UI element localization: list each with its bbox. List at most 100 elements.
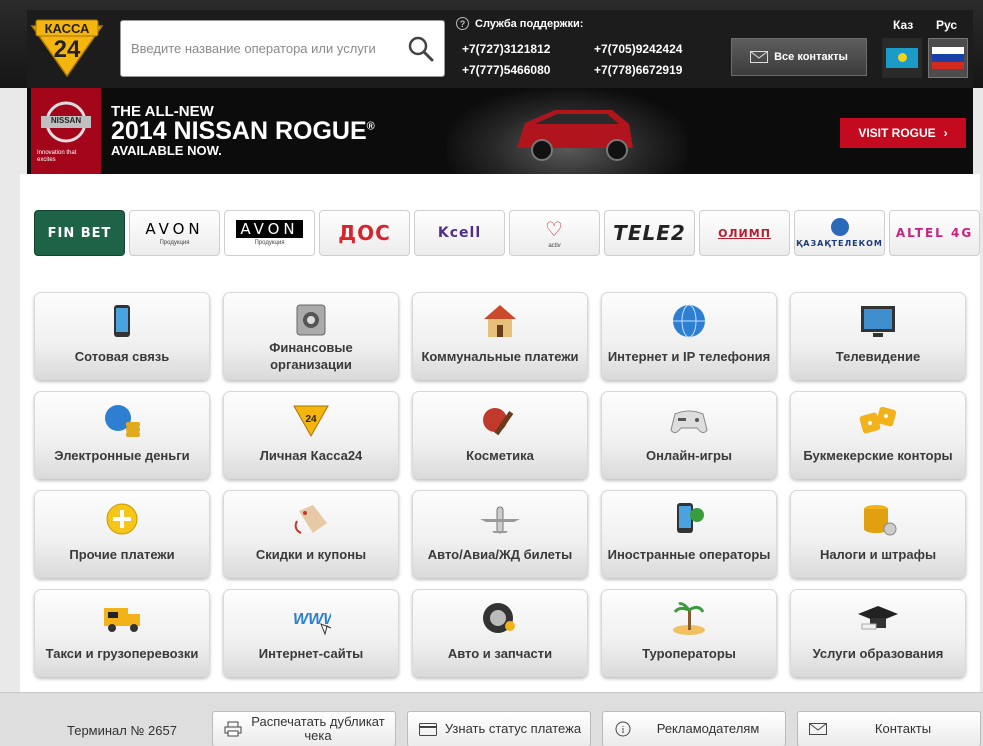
- all-contacts-button[interactable]: Все контакты: [731, 38, 867, 76]
- search-input[interactable]: [131, 21, 411, 76]
- print-duplicate-button[interactable]: Распечатать дубликат чека: [212, 711, 396, 746]
- contacts-label: Контакты: [874, 721, 932, 737]
- gamepad-icon: [669, 402, 709, 438]
- payment-status-button[interactable]: Узнать статус платежа: [407, 711, 591, 746]
- phone-3[interactable]: +7(777)5466080: [462, 63, 550, 77]
- brand-olimp[interactable]: ОЛИМП: [699, 210, 790, 256]
- kaztel-globe-icon: [830, 218, 849, 236]
- category-tile[interactable]: Финансовые организации: [223, 292, 399, 380]
- logo-kassa-text: КАССА: [44, 21, 90, 36]
- banner-line-3: AVAILABLE NOW.: [111, 143, 222, 158]
- category-tile[interactable]: Онлайн-игры: [601, 391, 777, 479]
- globe-icon: [669, 303, 709, 339]
- search-box: [120, 20, 445, 77]
- category-tile[interactable]: Авто и запчасти: [412, 589, 588, 677]
- brand-activ[interactable]: ♡ activ: [509, 210, 600, 256]
- category-tile[interactable]: Такси и грузоперевозки: [34, 589, 210, 677]
- category-label: Прочие платежи: [69, 546, 175, 562]
- category-tile[interactable]: Электронные деньги: [34, 391, 210, 479]
- activ-heart-icon: ♡: [545, 217, 564, 241]
- tire-icon: [480, 600, 520, 636]
- category-label: Услуги образования: [812, 645, 944, 661]
- category-label: Иностранные операторы: [607, 546, 771, 562]
- flag-ru-icon[interactable]: [928, 38, 968, 78]
- category-tile[interactable]: Скидки и купоны: [223, 490, 399, 578]
- category-label: Финансовые организации: [269, 340, 353, 372]
- category-label: Интернет-сайты: [258, 645, 364, 661]
- envelope-icon: [750, 51, 769, 63]
- category-tile[interactable]: Иностранные операторы: [601, 490, 777, 578]
- banner-line-2: 2014 NISSAN ROGUE: [111, 117, 367, 145]
- category-tile[interactable]: Коммунальные платежи: [412, 292, 588, 380]
- phone-2[interactable]: +7(705)9242424: [594, 42, 682, 56]
- footer: Терминал № 2657 Распечатать дубликат чек…: [0, 692, 983, 746]
- kassa24-logo[interactable]: КАССА 24: [30, 18, 104, 78]
- brand-kcell[interactable]: Kcell: [414, 210, 505, 256]
- print-duplicate-label: Распечатать дубликат чека: [251, 714, 385, 743]
- visit-rogue-button[interactable]: VISIT ROGUE ›: [840, 118, 966, 148]
- nissan-logo-text: NISSAN: [50, 116, 82, 125]
- nissan-logo: NISSAN Innovation that excites: [31, 88, 101, 174]
- category-tile[interactable]: Сотовая связь: [34, 292, 210, 380]
- category-label: Электронные деньги: [54, 447, 190, 463]
- contacts-button[interactable]: Контакты: [797, 711, 981, 746]
- brand-avon[interactable]: AVON Продукция: [129, 210, 220, 256]
- graduation-cap-icon: [858, 600, 898, 636]
- terminal-number: Терминал № 2657: [67, 723, 177, 738]
- flag-kz-icon[interactable]: [882, 38, 922, 78]
- brand-sub: Продукция: [254, 240, 285, 246]
- category-tile[interactable]: Прочие платежи: [34, 490, 210, 578]
- category-grid: Сотовая связь Финансовые организации Комму…: [34, 292, 966, 677]
- category-label: Интернет и IP телефония: [607, 348, 771, 364]
- category-tile[interactable]: 24 Личная Касса24: [223, 391, 399, 479]
- airplane-icon: [480, 501, 520, 537]
- brand-label: TELE2: [613, 221, 686, 245]
- coins-icon: [858, 501, 898, 537]
- phone-globe-icon: [669, 501, 709, 537]
- category-tile[interactable]: Телевидение: [790, 292, 966, 380]
- brand-label: ДОС: [338, 221, 391, 245]
- banner-headline: THE ALL-NEW 2014 NISSAN ROGUE® AVAILABLE…: [111, 104, 375, 157]
- brand-kazakhtelecom[interactable]: ҚАЗАҚТЕЛЕКОМ: [794, 210, 885, 256]
- chevron-right-icon: ›: [943, 126, 948, 140]
- category-label: Авто и запчасти: [447, 645, 553, 661]
- lang-ru[interactable]: Рус: [936, 18, 957, 32]
- category-tile[interactable]: Авто/Авиа/ЖД билеты: [412, 490, 588, 578]
- support-title: Служба поддержки:: [475, 17, 584, 30]
- brand-avon-2[interactable]: AVON Продукция: [224, 210, 315, 256]
- brand-strip: FIN BET AVON Продукция AVON Продукция ДОС …: [34, 210, 980, 256]
- category-tile[interactable]: Услуги образования: [790, 589, 966, 677]
- brand-finbet[interactable]: FIN BET: [34, 210, 125, 256]
- header: КАССА 24 ? Служба поддержки: +7(727)3121…: [0, 0, 983, 88]
- safe-icon: [291, 303, 331, 339]
- brand-label: ALTEL 4G: [895, 226, 974, 240]
- brand-label: FIN BET: [47, 225, 112, 241]
- tv-icon: [858, 303, 898, 339]
- globe-coins-icon: [102, 402, 142, 438]
- search-icon[interactable]: [406, 34, 436, 64]
- category-label: Косметика: [466, 447, 534, 463]
- phone-4[interactable]: +7(778)6672919: [594, 63, 682, 77]
- support-block: ? Служба поддержки:: [456, 17, 583, 30]
- category-label: Такси и грузоперевозки: [45, 645, 199, 661]
- all-contacts-label: Все контакты: [774, 51, 848, 63]
- main-panel: FIN BET AVON Продукция AVON Продукция ДОС …: [20, 174, 980, 692]
- kassa24-badge-icon: 24: [291, 402, 331, 438]
- phone-1[interactable]: +7(727)3121812: [462, 42, 550, 56]
- advertisers-button[interactable]: i Рекламодателям: [602, 711, 786, 746]
- category-tile[interactable]: WWW Интернет-сайты: [223, 589, 399, 677]
- category-tile[interactable]: Косметика: [412, 391, 588, 479]
- brand-altel[interactable]: ALTEL 4G: [889, 210, 980, 256]
- lang-kz[interactable]: Каз: [893, 18, 913, 32]
- category-tile[interactable]: Интернет и IP телефония: [601, 292, 777, 380]
- brand-label: ОЛИМП: [718, 226, 771, 240]
- taxi-truck-icon: [102, 600, 142, 636]
- category-tile[interactable]: Налоги и штрафы: [790, 490, 966, 578]
- dice-icon: [858, 402, 898, 438]
- category-tile[interactable]: Букмекерские конторы: [790, 391, 966, 479]
- brand-dos[interactable]: ДОС: [319, 210, 410, 256]
- printer-icon: [219, 721, 247, 737]
- category-tile[interactable]: Туроператоры: [601, 589, 777, 677]
- nissan-banner[interactable]: NISSAN Innovation that excites THE ALL-N…: [27, 88, 973, 174]
- brand-tele2[interactable]: TELE2: [604, 210, 695, 256]
